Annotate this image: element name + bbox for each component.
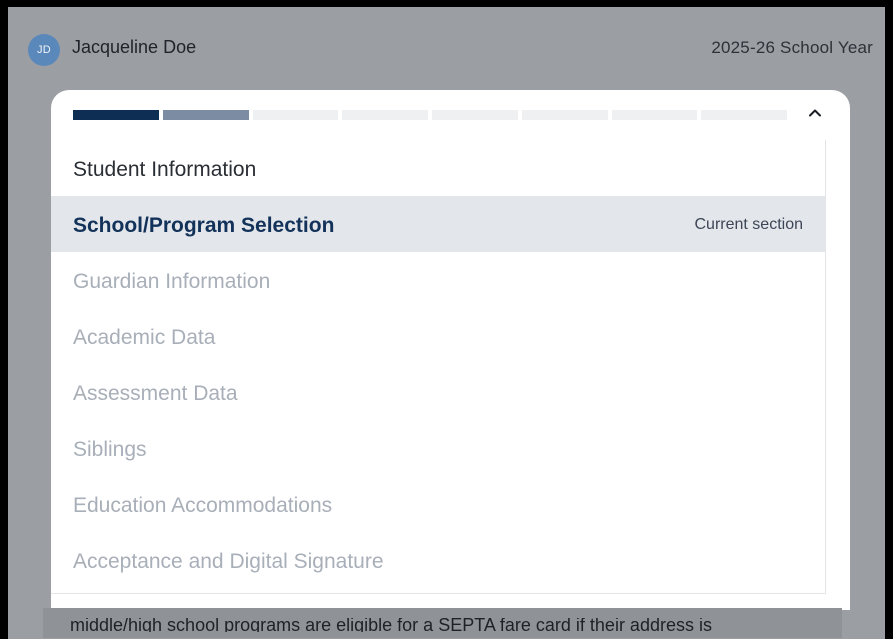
- background-body-text-line: middle/high school programs are eligible…: [70, 618, 712, 632]
- progress-segment-7: [611, 110, 698, 120]
- section-item-assessment-data[interactable]: Assessment Data: [51, 364, 825, 420]
- top-bar: JD Jacqueline Doe 2025-26 School Year: [8, 7, 885, 92]
- progress-segment-8: [701, 110, 787, 120]
- school-year-label: 2025-26 School Year: [711, 38, 873, 57]
- section-navigator-card: Student Information School/Program Selec…: [51, 90, 850, 610]
- progress-segment-4: [342, 110, 428, 120]
- collapse-button[interactable]: [803, 101, 827, 125]
- section-item-school-program-selection[interactable]: School/Program Selection Current section: [51, 196, 825, 252]
- section-label: Guardian Information: [73, 270, 271, 293]
- app-frame: JD Jacqueline Doe 2025-26 School Year St…: [8, 7, 885, 639]
- progress-bar: [73, 110, 787, 120]
- section-item-academic-data[interactable]: Academic Data: [51, 308, 825, 364]
- progress-segment-5: [432, 110, 518, 120]
- section-label: Assessment Data: [73, 382, 238, 405]
- background-body-text: middle/high school programs are eligible…: [70, 618, 830, 632]
- section-label: Student Information: [73, 158, 257, 181]
- section-label: School/Program Selection: [73, 214, 335, 237]
- progress-segment-6: [521, 110, 608, 120]
- section-item-guardian-information[interactable]: Guardian Information: [51, 252, 825, 308]
- section-label: Acceptance and Digital Signature: [73, 550, 384, 573]
- progress-segment-1: [73, 110, 159, 120]
- section-item-student-information[interactable]: Student Information: [51, 140, 825, 196]
- current-section-tag: Current section: [694, 216, 804, 233]
- progress-segment-3: [252, 110, 339, 120]
- user-name: Jacqueline Doe: [72, 37, 197, 57]
- section-list: Student Information School/Program Selec…: [51, 140, 826, 594]
- chevron-up-icon: [809, 109, 821, 117]
- section-label: Academic Data: [73, 326, 216, 349]
- progress-segment-2: [162, 110, 249, 120]
- section-item-education-accommodations[interactable]: Education Accommodations: [51, 476, 825, 532]
- section-label: Education Accommodations: [73, 494, 333, 517]
- avatar[interactable]: JD: [28, 34, 60, 66]
- section-label: Siblings: [73, 438, 147, 461]
- section-item-siblings[interactable]: Siblings: [51, 420, 825, 476]
- section-item-acceptance-digital-signature[interactable]: Acceptance and Digital Signature: [51, 532, 825, 588]
